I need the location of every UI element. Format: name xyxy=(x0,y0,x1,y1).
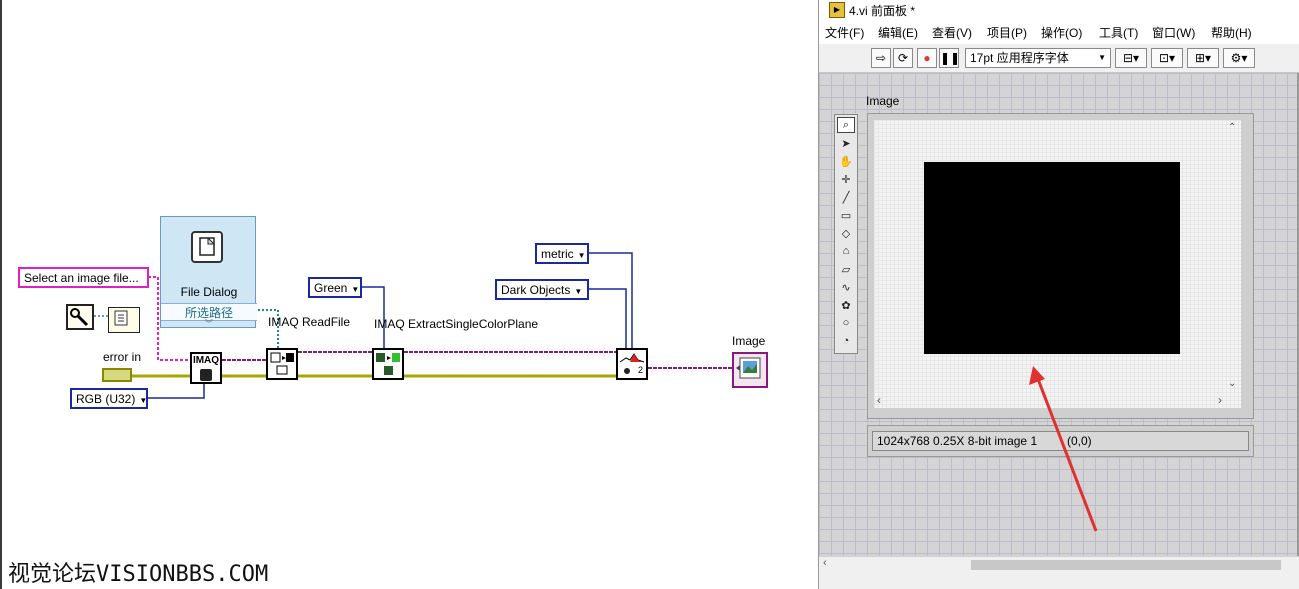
distribute-objects-icon[interactable]: ⊡▾ xyxy=(1151,48,1183,68)
chevron-down-icon: ▼ xyxy=(1098,53,1106,62)
expand-chevron-icon[interactable]: ︾ xyxy=(205,318,213,329)
color-plane-text: Green xyxy=(314,281,348,295)
menu-window[interactable]: 窗口(W) xyxy=(1152,24,1195,41)
path-constant-icon[interactable] xyxy=(66,304,94,330)
window-horizontal-scrollbar[interactable]: ‹ xyxy=(819,556,1299,573)
object-type-constant[interactable]: Dark Objects ▼ xyxy=(495,279,589,300)
imaq-readfile-node[interactable] xyxy=(266,348,298,380)
annotation-arrow xyxy=(1029,366,1098,532)
extract-label: IMAQ ExtractSingleColorPlane xyxy=(374,317,539,331)
font-selector-text: 17pt 应用程序字体 xyxy=(970,51,1069,65)
read-file-label: IMAQ ReadFile xyxy=(268,315,351,329)
resize-objects-icon[interactable]: ⊞▾ xyxy=(1187,48,1219,68)
units-text: metric xyxy=(541,247,574,261)
image-indicator-terminal[interactable] xyxy=(732,352,768,388)
front-panel-canvas[interactable]: Image ⌕ ➤ ✋ ✛ ╱ ▭ ◇ ⌂ ▱ ∿ ✿ ○ ◔ ⌃ ⌄ ‹ › xyxy=(819,73,1299,557)
menu-operate[interactable]: 操作(O) xyxy=(1041,24,1082,41)
title-bar[interactable]: ▶ 4.vi 前面板 * xyxy=(819,0,1299,20)
toolbar: ⇨ ⟳ ● ❚❚ 17pt 应用程序字体 ▼ ⊟▾ ⊡▾ ⊞▾ ⚙▾ xyxy=(819,44,1299,73)
scroll-left-arrow-icon[interactable]: ‹ xyxy=(823,557,827,569)
align-objects-icon[interactable]: ⊟▾ xyxy=(1115,48,1147,68)
build-path-node[interactable] xyxy=(108,307,140,333)
abort-icon[interactable]: ● xyxy=(917,48,937,68)
front-panel-window[interactable]: ▶ 4.vi 前面板 * 文件(F) 编辑(E) 查看(V) 项目(P) 操作(… xyxy=(818,0,1299,589)
menu-bar: 文件(F) 编辑(E) 查看(V) 项目(P) 操作(O) 工具(T) 窗口(W… xyxy=(819,20,1299,44)
menu-edit[interactable]: 编辑(E) xyxy=(878,24,918,41)
scrollbar-thumb[interactable] xyxy=(971,560,1281,570)
image-indicator-label: Image xyxy=(732,334,766,348)
rgb-wire xyxy=(148,383,205,399)
run-arrow-icon[interactable]: ⇨ xyxy=(871,48,891,68)
vi-icon: ▶ xyxy=(829,2,845,18)
prompt-string-text: Select an image file... xyxy=(24,271,139,285)
file-dialog-node[interactable]: File Dialog 所选路径 ︾ xyxy=(160,216,257,329)
object-type-text: Dark Objects xyxy=(501,283,571,297)
file-dialog-icon xyxy=(191,231,223,263)
block-diagram[interactable]: File Dialog 所选路径 ︾ Select an image file.… xyxy=(0,0,818,589)
wires-layer xyxy=(94,252,732,399)
image-type-text: RGB (U32) xyxy=(76,392,136,406)
error-in-cluster[interactable] xyxy=(102,368,132,382)
imaq-create-node[interactable]: IMAQ xyxy=(190,352,222,384)
menu-tools[interactable]: 工具(T) xyxy=(1099,24,1138,41)
window-title: 4.vi 前面板 * xyxy=(849,4,916,18)
error-in-label: error in xyxy=(103,350,142,364)
prompt-string-constant[interactable]: Select an image file... xyxy=(18,267,149,288)
pause-icon[interactable]: ❚❚ xyxy=(939,48,960,68)
color-plane-constant[interactable]: Green ▼ xyxy=(308,277,362,298)
reorder-icon[interactable]: ⚙▾ xyxy=(1223,48,1255,68)
threshold-badge: 2 xyxy=(638,365,644,375)
menu-file[interactable]: 文件(F) xyxy=(825,24,864,41)
imaq-label: IMAQ xyxy=(192,355,220,366)
menu-view[interactable]: 查看(V) xyxy=(932,24,972,41)
menu-help[interactable]: 帮助(H) xyxy=(1211,24,1252,41)
dark-wire xyxy=(588,288,627,350)
image-type-constant[interactable]: RGB (U32) ▼ xyxy=(70,388,148,409)
auto-threshold-node[interactable]: 2 xyxy=(616,348,648,380)
file-dialog-title: File Dialog xyxy=(180,285,238,299)
units-constant[interactable]: metric ▼ xyxy=(535,243,589,264)
font-selector[interactable]: 17pt 应用程序字体 ▼ xyxy=(965,48,1111,68)
menu-project[interactable]: 项目(P) xyxy=(987,24,1027,41)
imaq-extract-node[interactable] xyxy=(372,348,404,380)
watermark-text: 视觉论坛VISIONBBS.COM xyxy=(8,562,269,587)
imaq-create-icon xyxy=(200,369,212,381)
run-continuously-icon[interactable]: ⟳ xyxy=(893,48,913,68)
